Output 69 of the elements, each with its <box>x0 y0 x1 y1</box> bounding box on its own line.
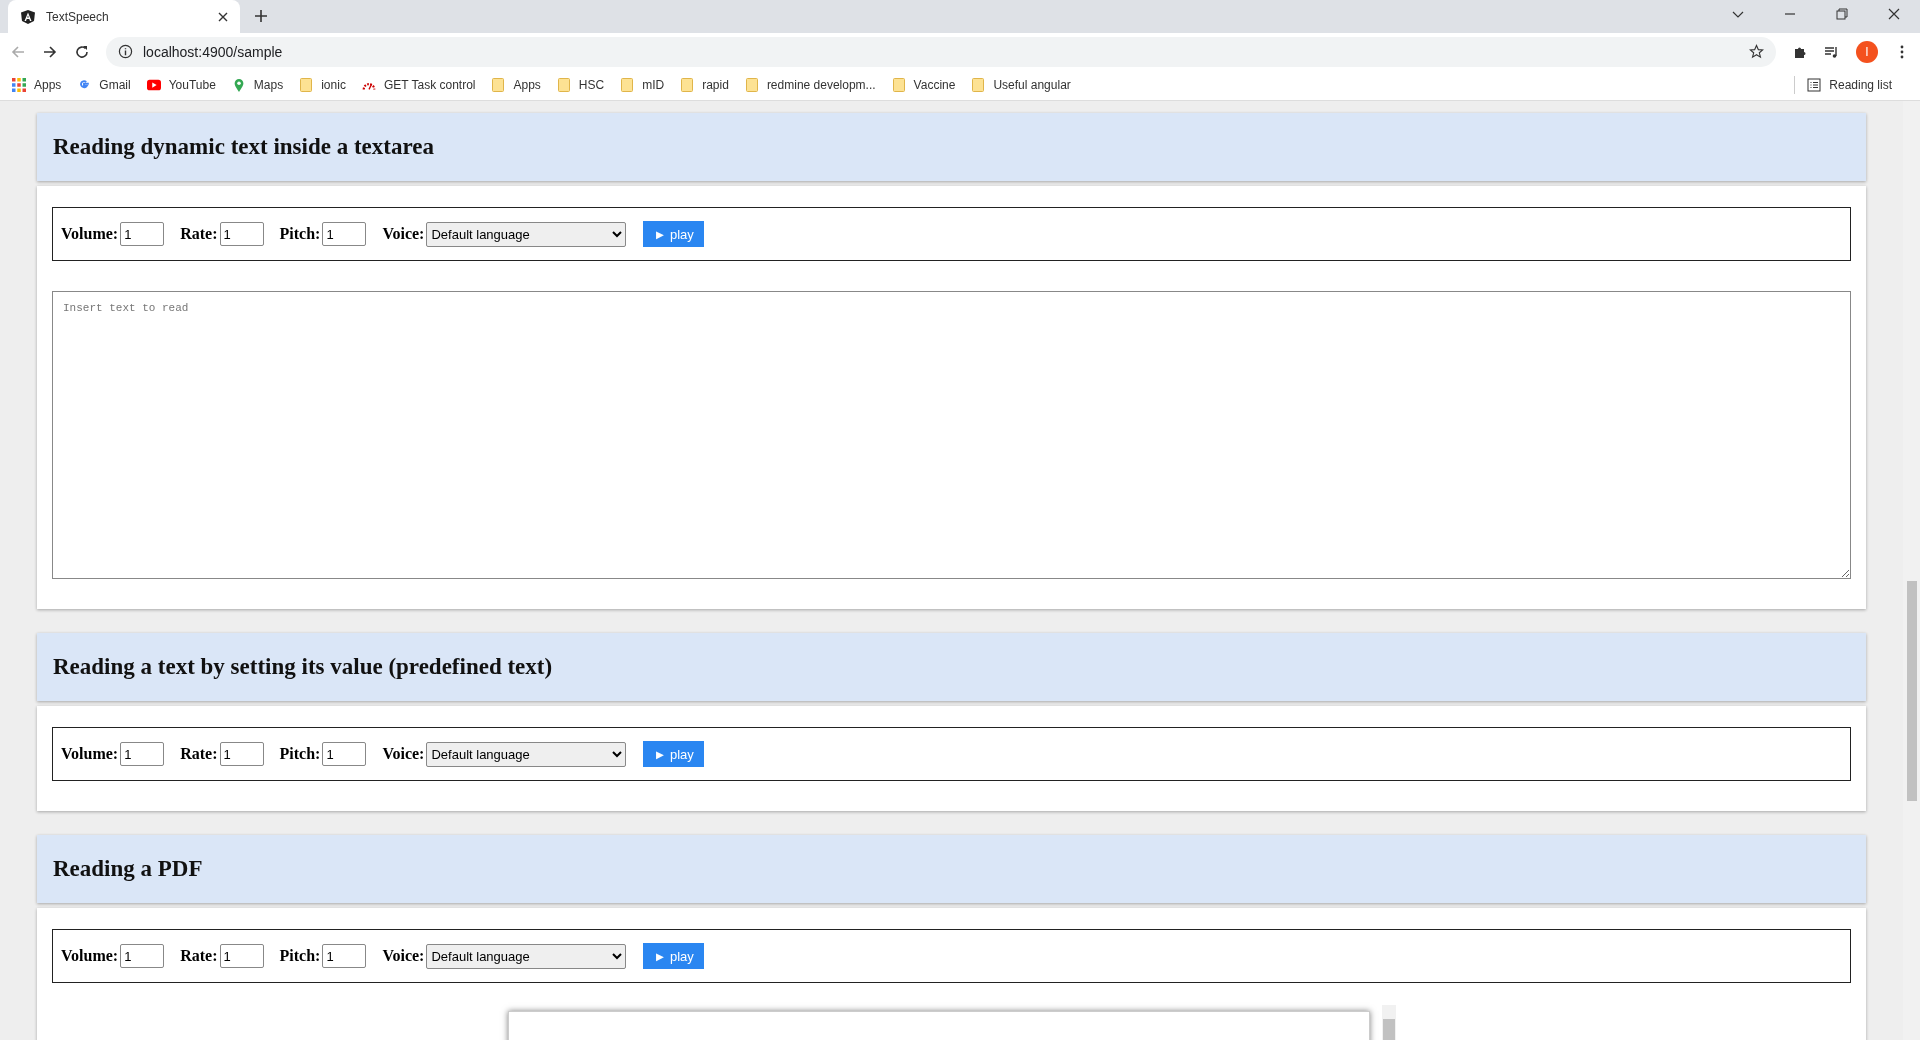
bookmark[interactable]: YouTube <box>146 78 216 92</box>
number-field[interactable]: 1 <box>322 222 367 246</box>
field-label: Volume: <box>61 745 119 763</box>
star-icon[interactable] <box>1749 44 1764 59</box>
field-label: Voice: <box>382 745 425 763</box>
field-label: Pitch: <box>279 947 321 965</box>
address-bar[interactable]: localhost:4900/sample <box>106 36 1776 67</box>
folder-icon <box>744 78 759 92</box>
number-field[interactable]: 1 <box>322 944 367 968</box>
grid-icon <box>12 78 26 92</box>
number-field[interactable]: 1 <box>322 742 367 766</box>
field-label: Volume: <box>61 947 119 965</box>
play-button[interactable]: ► play <box>643 741 704 767</box>
section-title: Reading dynamic text inside a textarea <box>53 134 434 160</box>
field-label: Pitch: <box>279 225 321 243</box>
bookmark[interactable]: mID <box>620 78 665 92</box>
section-title: Reading a PDF <box>53 856 203 882</box>
number-field[interactable]: 1 <box>120 742 165 766</box>
forward-arrow-icon[interactable] <box>42 43 58 60</box>
number-field[interactable]: 1 <box>120 222 165 246</box>
bookmark[interactable]: Apps <box>491 78 541 92</box>
number-field[interactable]: 1 <box>219 742 264 766</box>
close-icon[interactable] <box>218 11 228 22</box>
shield-logo-icon <box>20 8 36 25</box>
reading-list-button[interactable]: Reading list <box>1807 78 1892 92</box>
folder-icon <box>556 78 571 92</box>
field-label: Volume: <box>61 225 119 243</box>
bookmark[interactable]: Vaccine <box>891 78 956 92</box>
play-button[interactable]: ► play <box>643 221 704 247</box>
list-icon <box>1807 78 1822 92</box>
bookmark[interactable]: GET Task control <box>361 78 476 92</box>
play-button[interactable]: ► play <box>643 943 704 969</box>
folder-icon <box>891 78 906 92</box>
plus-icon[interactable] <box>254 9 268 23</box>
folder-icon <box>299 78 314 92</box>
field-label: Rate: <box>180 745 218 763</box>
close-icon[interactable] <box>1887 7 1901 21</box>
field-label: Rate: <box>180 225 218 243</box>
voice-dropdown[interactable]: Default language <box>426 221 627 247</box>
section-title: Reading a text by setting its value (predefined text) <box>53 654 553 680</box>
bookmark[interactable]: Gmail <box>77 78 131 92</box>
tab-title: TextSpeech <box>46 9 110 24</box>
play-logo-icon <box>146 78 161 92</box>
number-field[interactable]: 1 <box>120 944 165 968</box>
bookmark[interactable]: ionic <box>299 78 346 92</box>
bookmark[interactable]: HSC <box>556 78 605 92</box>
browser-tab[interactable]: TextSpeech <box>8 0 240 33</box>
number-field[interactable]: 1 <box>219 222 264 246</box>
restore-icon[interactable] <box>1835 7 1849 21</box>
field-label: Voice: <box>382 225 425 243</box>
folder-icon <box>680 78 695 92</box>
voice-dropdown[interactable]: Default language <box>426 943 627 969</box>
folder-icon <box>971 78 986 92</box>
reload-icon[interactable] <box>74 43 90 60</box>
field-label: Rate: <box>180 947 218 965</box>
bookmark[interactable]: Apps <box>12 78 62 92</box>
bookmark[interactable]: Useful angular <box>971 78 1071 92</box>
field-label: Pitch: <box>279 745 321 763</box>
voice-dropdown[interactable]: Default language <box>426 741 627 767</box>
text-input-area[interactable]: Insert text to read <box>52 291 1851 579</box>
bookmark[interactable]: rapid <box>680 78 729 92</box>
field-label: Voice: <box>382 947 425 965</box>
number-field[interactable]: 1 <box>219 944 264 968</box>
bookmark[interactable]: Maps <box>231 78 284 92</box>
url-text: localhost:4900/sample <box>143 43 283 60</box>
folder-icon <box>620 78 635 92</box>
folder-icon <box>491 78 506 92</box>
info-icon <box>118 44 133 59</box>
bookmark[interactable]: redmine developm... <box>744 78 876 92</box>
